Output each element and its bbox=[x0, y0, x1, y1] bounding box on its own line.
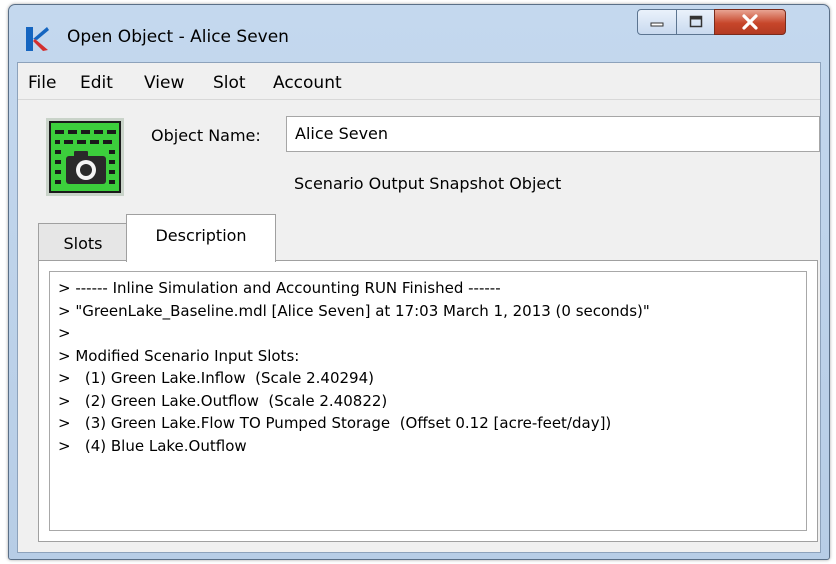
menu-file[interactable]: File bbox=[28, 73, 56, 93]
menu-account[interactable]: Account bbox=[273, 73, 342, 93]
description-tab-panel: > ------ Inline Simulation and Accountin… bbox=[38, 260, 818, 542]
close-icon bbox=[742, 14, 758, 30]
riverware-app-icon bbox=[26, 27, 49, 51]
window-title: Open Object - Alice Seven bbox=[67, 27, 289, 47]
open-object-window: Open Object - Alice Seven File Edit View… bbox=[8, 4, 830, 560]
description-line: > Modified Scenario Input Slots: bbox=[58, 346, 300, 365]
title-bar[interactable]: Open Object - Alice Seven bbox=[9, 5, 829, 63]
menu-bar: File Edit View Slot Account bbox=[18, 63, 820, 100]
description-line: > (3) Green Lake.Flow TO Pumped Storage … bbox=[58, 414, 612, 432]
description-line: > (4) Blue Lake.Outflow bbox=[58, 436, 247, 455]
object-name-input[interactable]: Alice Seven bbox=[286, 116, 820, 152]
tab-slots[interactable]: Slots bbox=[38, 223, 128, 261]
description-line: > (1) Green Lake.Inflow (Scale 2.40294) bbox=[58, 369, 374, 387]
description-line: > ------ Inline Simulation and Accountin… bbox=[58, 279, 501, 297]
object-name-label: Object Name: bbox=[151, 126, 261, 145]
description-line: > bbox=[58, 324, 71, 342]
window-client-area: File Edit View Slot Account Object Name:… bbox=[17, 62, 821, 553]
description-line: > "GreenLake_Baseline.mdl [Alice Seven] … bbox=[58, 301, 650, 320]
object-type-label: Scenario Output Snapshot Object bbox=[294, 174, 562, 193]
close-button[interactable] bbox=[714, 9, 786, 35]
description-line: > (2) Green Lake.Outflow (Scale 2.40822) bbox=[58, 391, 388, 410]
maximize-icon bbox=[689, 15, 702, 28]
menu-view[interactable]: View bbox=[144, 73, 184, 93]
minimize-button[interactable] bbox=[637, 9, 677, 35]
window-bottom-edge bbox=[18, 544, 820, 552]
menu-slot[interactable]: Slot bbox=[213, 73, 246, 93]
maximize-button[interactable] bbox=[676, 9, 715, 35]
description-text-area[interactable]: > ------ Inline Simulation and Accountin… bbox=[49, 271, 807, 531]
tab-description[interactable]: Description bbox=[126, 214, 276, 262]
menu-edit[interactable]: Edit bbox=[80, 73, 113, 93]
snapshot-camera-icon bbox=[46, 118, 124, 196]
minimize-icon bbox=[650, 22, 664, 27]
